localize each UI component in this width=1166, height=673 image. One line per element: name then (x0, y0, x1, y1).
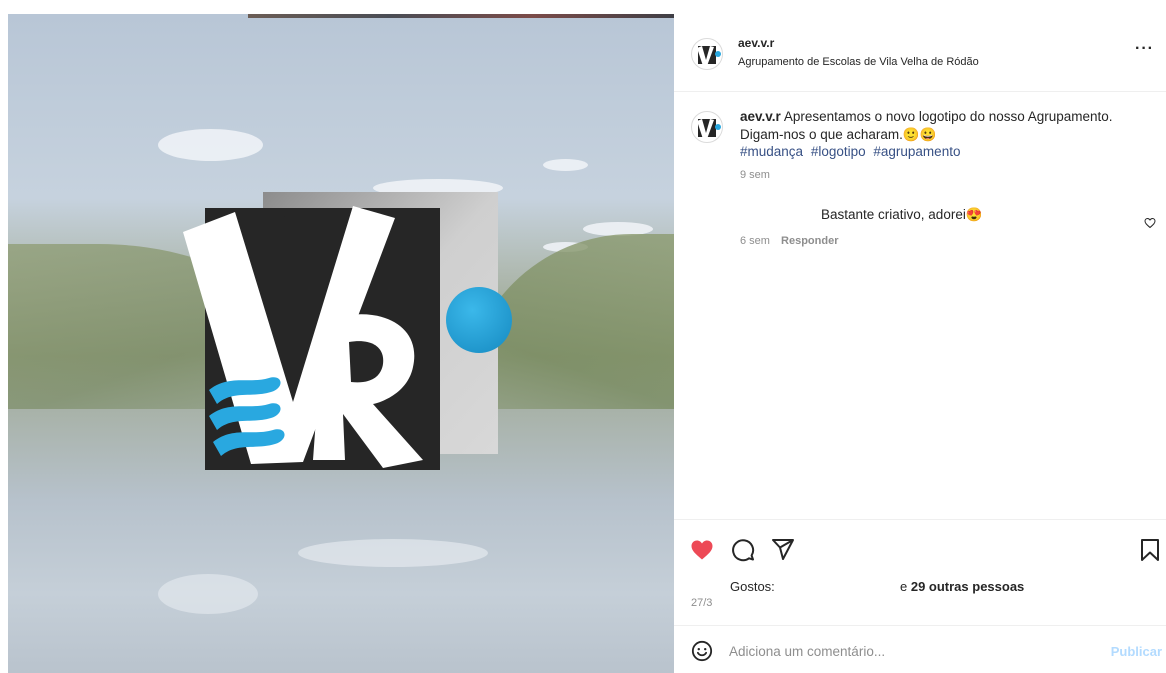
image-top-strip (248, 14, 674, 18)
more-options-button[interactable]: ··· (1135, 40, 1154, 58)
cloud-reflection (298, 539, 488, 567)
vr-logo-icon (697, 46, 721, 66)
comment-icon[interactable] (731, 538, 755, 562)
comment-input[interactable] (729, 638, 1089, 664)
post-location[interactable]: Agrupamento de Escolas de Vila Velha de … (738, 56, 979, 68)
likes-others-prefix: e (900, 579, 911, 594)
publish-button[interactable]: Publicar (1111, 644, 1162, 659)
vr-logo-icon (697, 119, 721, 139)
cloud (543, 159, 588, 171)
avatar[interactable] (691, 111, 723, 143)
likes-others[interactable]: e 29 outras pessoas (900, 579, 1024, 594)
likes-others-count[interactable]: 29 outras pessoas (911, 579, 1024, 594)
like-comment-icon[interactable] (1144, 217, 1156, 229)
hashtags: #mudança #logotipo #agrupamento (740, 144, 964, 159)
comment-text: Bastante criativo, adorei😍 (821, 207, 983, 222)
emoji-icon[interactable] (691, 640, 713, 662)
caption-time[interactable]: 9 sem (740, 169, 770, 181)
heart-icon[interactable] (689, 538, 715, 562)
bookmark-icon[interactable] (1140, 538, 1160, 562)
post-date[interactable]: 27/3 (691, 597, 712, 609)
post-panel: aev.v.r Agrupamento de Escolas de Vila V… (674, 14, 1166, 673)
cloud-reflection (158, 574, 258, 614)
post-image[interactable] (8, 14, 674, 673)
comment-meta: 6 sem Responder (740, 235, 839, 247)
caption-body: Apresentamos o novo logotipo do nosso Ag… (740, 109, 1113, 142)
post-header: aev.v.r Agrupamento de Escolas de Vila V… (674, 14, 1166, 92)
vr-logo (183, 192, 512, 470)
caption-username[interactable]: aev.v.r (740, 109, 781, 124)
ellipsis-icon: ··· (1135, 40, 1154, 57)
avatar[interactable] (691, 38, 723, 70)
cloud (158, 129, 263, 161)
post-username[interactable]: aev.v.r (738, 36, 774, 50)
caption-text: aev.v.r Apresentamos o novo logotipo do … (740, 108, 1150, 144)
reply-button[interactable]: Responder (781, 235, 838, 247)
likes-label[interactable]: Gostos: (730, 579, 775, 594)
hashtag-link[interactable]: #logotipo (811, 144, 866, 159)
comment-time[interactable]: 6 sem (740, 235, 770, 247)
hashtag-link[interactable]: #agrupamento (873, 144, 960, 159)
share-icon[interactable] (771, 537, 795, 561)
hashtag-link[interactable]: #mudança (740, 144, 803, 159)
add-comment-bar: Publicar (674, 625, 1166, 673)
